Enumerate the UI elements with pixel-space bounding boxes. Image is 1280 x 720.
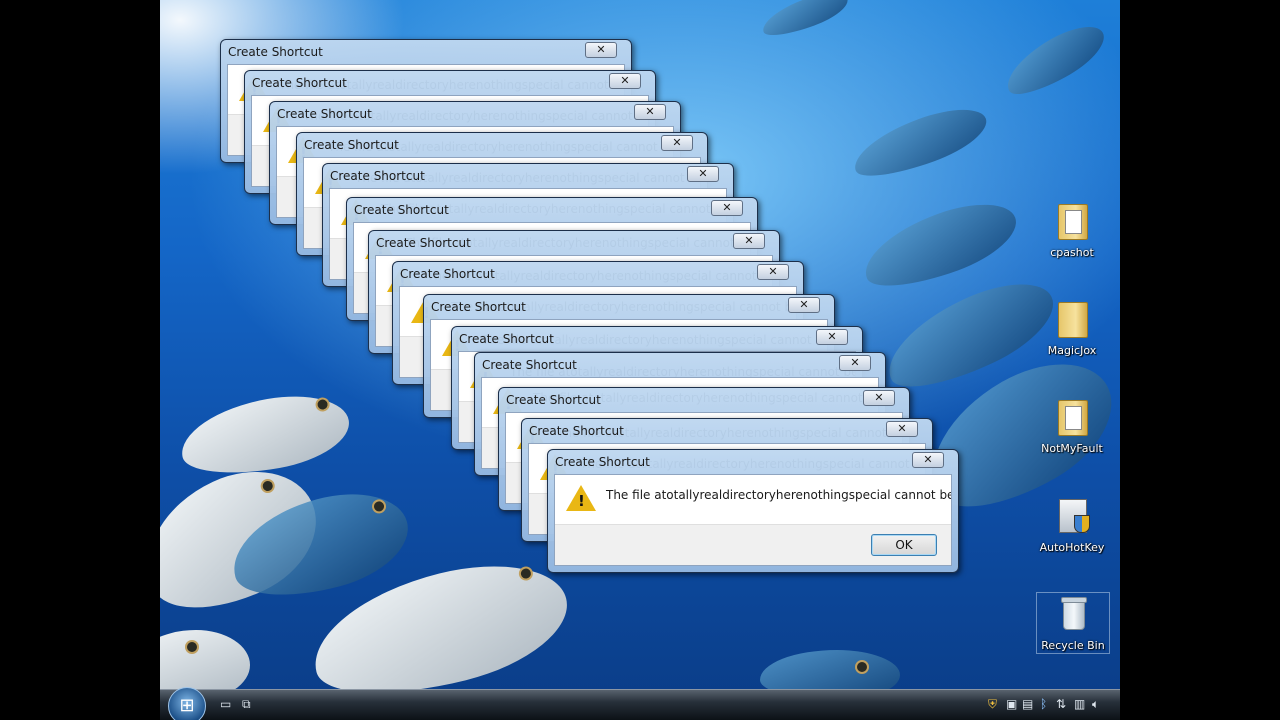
tray-app-icon[interactable]: ▣	[1006, 697, 1017, 711]
desktop-icon-label: MagicJox	[1047, 344, 1097, 357]
desktop-icon-autohotkey[interactable]: AutoHotKey	[1036, 495, 1108, 554]
close-button[interactable]: ✕	[816, 329, 848, 345]
close-button[interactable]: ✕	[788, 297, 820, 313]
dialog-title: Create Shortcut	[431, 300, 526, 314]
recycle-bin-icon	[1057, 593, 1089, 633]
tray-app2-icon[interactable]: ▤	[1022, 697, 1033, 711]
dialog-body: ! The file atotallyrealdirectoryherenothi…	[554, 474, 952, 566]
dialog-title: Create Shortcut	[228, 45, 323, 59]
installer-icon	[1056, 495, 1090, 535]
bluetooth-icon[interactable]: ᛒ	[1040, 697, 1047, 711]
taskbar: ⊞ ▭ ⧉ ⛨ ▣ ▤ ᛒ ⇅ ▥ 🔈︎	[160, 687, 1120, 720]
desktop-icon-label: NotMyFault	[1041, 442, 1103, 455]
desktop-icon-recycle-bin[interactable]: Recycle Bin	[1036, 592, 1110, 654]
error-message: The file atotallyrealdirectoryherenothin…	[606, 488, 951, 502]
folder-icon	[1056, 298, 1088, 338]
desktop-icon-cpashot[interactable]: cpashot	[1036, 200, 1108, 259]
desktop-icon-magicjox[interactable]: MagicJox	[1036, 298, 1108, 357]
folder-icon	[1056, 396, 1088, 436]
desktop: Create Shortcut ✕! The file atotallyrealdi…	[160, 0, 1120, 720]
wallpaper-fish	[757, 0, 853, 43]
dialog-title: Create Shortcut	[330, 169, 425, 183]
close-button[interactable]: ✕	[733, 233, 765, 249]
folder-icon	[1056, 200, 1088, 240]
desktop-icon-label: Recycle Bin	[1041, 639, 1105, 652]
desktop-icon-notmyfault[interactable]: NotMyFault	[1036, 396, 1108, 455]
dialog-title: Create Shortcut	[482, 358, 577, 372]
start-button[interactable]: ⊞	[168, 687, 206, 720]
dialog-title: Create Shortcut	[376, 236, 471, 250]
close-button[interactable]: ✕	[585, 42, 617, 58]
error-dialog: Create Shortcut ✕! The file atotallyrealdi…	[547, 449, 959, 573]
dialog-title: Create Shortcut	[506, 393, 601, 407]
close-button[interactable]: ✕	[711, 200, 743, 216]
dialog-title: Create Shortcut	[354, 203, 449, 217]
warning-icon: !	[566, 485, 596, 511]
dialog-title: Create Shortcut	[400, 267, 495, 281]
wallpaper-fish	[997, 15, 1113, 105]
dialog-title: Create Shortcut	[459, 332, 554, 346]
close-button[interactable]: ✕	[886, 421, 918, 437]
dialog-title: Create Shortcut	[529, 424, 624, 438]
wallpaper-fish	[854, 189, 1026, 301]
dialog-title: Create Shortcut	[304, 138, 399, 152]
network-icon[interactable]: ⇅	[1056, 697, 1066, 711]
wallpaper-fish	[846, 97, 994, 188]
close-button[interactable]: ✕	[839, 355, 871, 371]
close-button[interactable]: ✕	[757, 264, 789, 280]
shield-icon[interactable]: ⛨	[988, 697, 997, 711]
desktop-icon-label: cpashot	[1050, 246, 1094, 259]
volume-icon[interactable]: 🔈︎	[1092, 697, 1099, 711]
dialog-title: Create Shortcut	[277, 107, 372, 121]
close-button[interactable]: ✕	[863, 390, 895, 406]
display-icon[interactable]: ▥	[1074, 697, 1085, 711]
close-button[interactable]: ✕	[912, 452, 944, 468]
dialog-title: Create Shortcut	[252, 76, 347, 90]
ok-button[interactable]: OK	[871, 534, 937, 556]
show-desktop-icon[interactable]: ▭	[220, 697, 231, 711]
dialog-title: Create Shortcut	[555, 455, 650, 469]
desktop-icon-label: AutoHotKey	[1039, 541, 1105, 554]
switch-windows-icon[interactable]: ⧉	[242, 697, 251, 711]
close-button[interactable]: ✕	[634, 104, 666, 120]
close-button[interactable]: ✕	[661, 135, 693, 151]
close-button[interactable]: ✕	[687, 166, 719, 182]
close-button[interactable]: ✕	[609, 73, 641, 89]
wallpaper-fish	[175, 385, 355, 485]
